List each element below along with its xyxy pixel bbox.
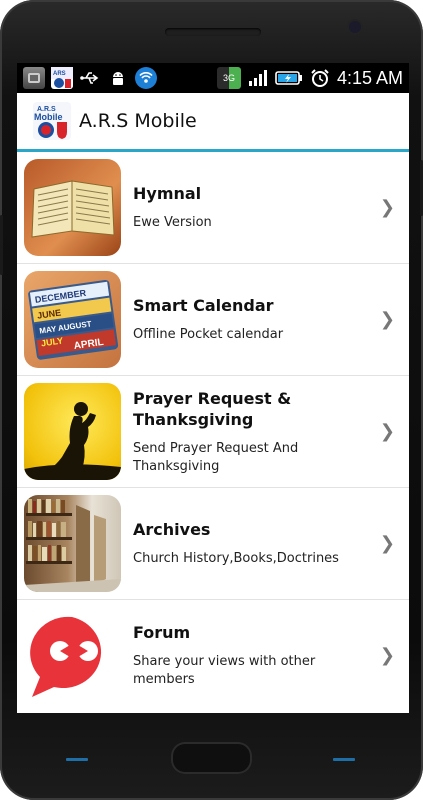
device-screen: ARS 3G 4:15 AM A.R.S Mobile A.R.S Mobile… [17, 63, 409, 713]
status-bar: ARS 3G 4:15 AM [17, 63, 409, 93]
item-title: Hymnal [133, 184, 202, 203]
menu-key-indicator[interactable] [333, 758, 355, 761]
item-subtitle: Send Prayer Request And Thanksgiving [133, 440, 299, 474]
earpiece-speaker [165, 28, 261, 36]
item-subtitle: Ewe Version [133, 215, 212, 230]
ars-mobile-icon: ARS [51, 67, 73, 89]
item-title: Archives [133, 520, 211, 539]
home-button[interactable] [171, 742, 252, 774]
item-subtitle: Offline Pocket calendar [133, 327, 284, 342]
list-item-archives[interactable]: Archives Church History,Books,Doctrines … [17, 488, 409, 600]
battery-charging-icon [275, 67, 303, 89]
item-title: Smart Calendar [133, 296, 274, 315]
book-thumbnail [24, 159, 121, 256]
android-debug-icon [107, 67, 129, 89]
praying-thumbnail [24, 383, 121, 480]
chevron-right-icon: ❯ [379, 644, 395, 666]
usb-icon [79, 67, 101, 89]
calendar-thumbnail: DECEMBER JUNE MAY AUGUST JULY APRIL [24, 271, 121, 368]
wifi-hotspot-icon [135, 67, 157, 89]
chat-thumbnail [24, 607, 121, 704]
chevron-right-icon: ❯ [379, 532, 395, 554]
list-item-smart-calendar[interactable]: DECEMBER JUNE MAY AUGUST JULY APRIL Smar… [17, 264, 409, 376]
item-title: Forum [133, 623, 191, 642]
3g-icon: 3G [216, 67, 241, 89]
list-item-hymnal[interactable]: Hymnal Ewe Version ❯ [17, 152, 409, 264]
front-camera [349, 21, 361, 33]
app-bar: A.R.S Mobile A.R.S Mobile [17, 93, 409, 152]
3g-label: 3G [222, 73, 235, 83]
item-title: Prayer Request & Thanksgiving [133, 388, 292, 429]
chevron-right-icon: ❯ [379, 420, 395, 442]
menu-list: Hymnal Ewe Version ❯ DECEMBER JUNE MAY A [17, 152, 409, 711]
list-item-prayer-request[interactable]: Prayer Request & Thanksgiving Send Praye… [17, 376, 409, 488]
svg-text:ARS: ARS [53, 71, 66, 77]
app-logo[interactable]: A.R.S Mobile [33, 102, 71, 140]
status-time: 4:15 AM [336, 67, 403, 88]
item-subtitle: Church History,Books,Doctrines [133, 551, 339, 566]
volume-button [0, 215, 3, 275]
back-key-indicator[interactable] [66, 758, 88, 761]
chevron-right-icon: ❯ [379, 308, 395, 330]
list-item-forum[interactable]: Forum Share your views with other member… [17, 600, 409, 711]
item-subtitle: Share your views with other members [133, 654, 316, 687]
signal-icon [247, 67, 269, 89]
library-thumbnail [24, 495, 121, 592]
chevron-right-icon: ❯ [379, 196, 395, 218]
logo-text-bottom: Mobile [34, 112, 63, 122]
alarm-icon [309, 67, 331, 89]
app-title: A.R.S Mobile [79, 110, 197, 132]
device-manager-icon [23, 67, 45, 89]
